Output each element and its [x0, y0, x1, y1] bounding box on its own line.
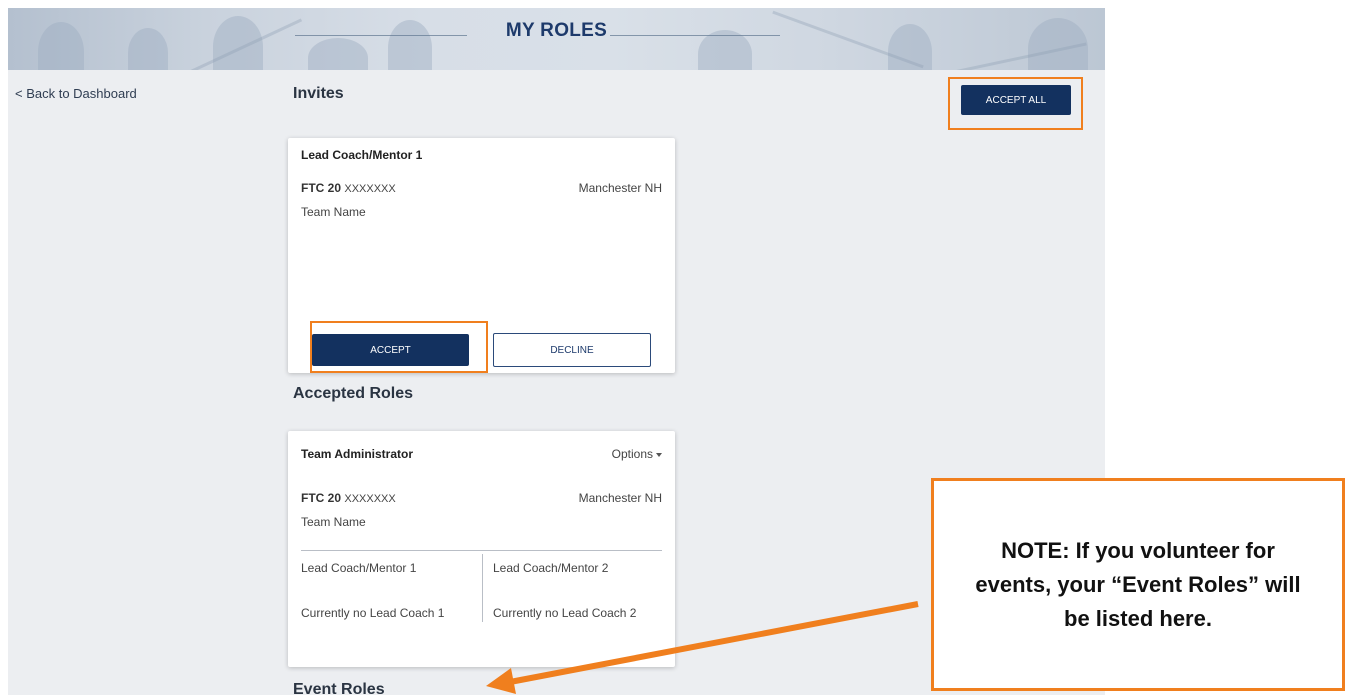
annotation-note-box: NOTE: If you volunteer for events, your … [931, 478, 1345, 691]
arrow-shaft [509, 601, 919, 685]
annotation-note-text: NOTE: If you volunteer for events, your … [975, 537, 1301, 631]
arrow-head [486, 668, 516, 694]
